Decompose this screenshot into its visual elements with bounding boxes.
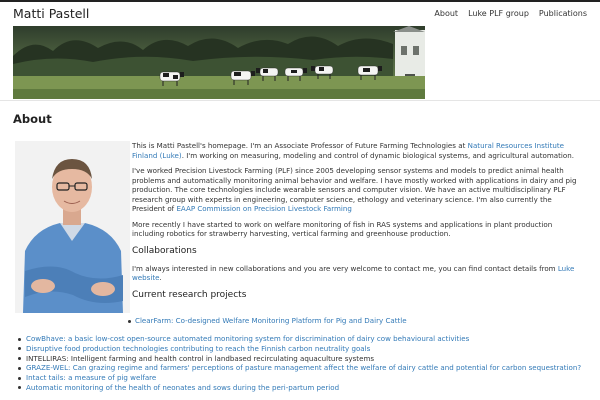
project-item: INTELLIRAS: Intelligent farming and heal…: [18, 354, 581, 364]
intro-paragraph-3: More recently I have started to work on …: [132, 219, 553, 239]
project-link-graze-wel[interactable]: GRAZE-WEL: Can grazing regime and farmer…: [26, 363, 581, 372]
project-text-intelliras: INTELLIRAS: Intelligent farming and heal…: [26, 353, 375, 363]
collaborations-paragraph: I'm always interested in new collaborati…: [132, 263, 575, 283]
bullet-icon: [128, 319, 131, 323]
project-item: ClearFarm: Co-designed Welfare Monitorin…: [128, 316, 407, 325]
nav-luke-plf-group[interactable]: Luke PLF group: [468, 9, 529, 18]
header-divider: [0, 100, 600, 101]
nav-publications[interactable]: Publications: [539, 9, 587, 18]
project-link-disruptive-food[interactable]: Disruptive food production technologies …: [26, 344, 370, 353]
page-title: About: [13, 112, 52, 126]
project-item: Intact tails: a measure of pig welfare: [18, 373, 581, 383]
profile-photo: [15, 141, 130, 313]
nav-about[interactable]: About: [434, 9, 458, 18]
project-item: CowBhave: a basic low-cost open-source a…: [18, 334, 581, 344]
project-item: GRAZE-WEL: Can grazing regime and farmer…: [18, 363, 581, 373]
collaborations-heading: Collaborations: [132, 245, 197, 256]
research-projects-list: CowBhave: a basic low-cost open-source a…: [18, 334, 581, 393]
project-link-intact-tails[interactable]: Intact tails: a measure of pig welfare: [26, 373, 156, 382]
project-link-cowbhave[interactable]: CowBhave: a basic low-cost open-source a…: [26, 334, 469, 343]
project-link-neonates-sows[interactable]: Automatic monitoring of the health of ne…: [26, 383, 339, 392]
about-content: This is Matti Pastell's homepage. I'm an…: [132, 141, 582, 308]
research-projects-heading: Current research projects: [132, 289, 247, 300]
project-link-clearfarm[interactable]: ClearFarm: Co-designed Welfare Monitorin…: [135, 316, 407, 325]
eaap-commission-link[interactable]: EAAP Commission on Precision Livestock F…: [176, 204, 351, 213]
banner-image: [13, 26, 425, 99]
project-item: Automatic monitoring of the health of ne…: [18, 383, 581, 393]
navbar: Matti Pastell About Luke PLF group Publi…: [0, 2, 600, 26]
project-item: Disruptive food production technologies …: [18, 344, 581, 354]
site-brand-link[interactable]: Matti Pastell: [13, 6, 89, 21]
intro-paragraph-1: This is Matti Pastell's homepage. I'm an…: [132, 141, 574, 160]
intro-paragraph-2: I've worked Precision Livestock Farming …: [132, 166, 577, 213]
main-nav: About Luke PLF group Publications: [434, 9, 587, 18]
